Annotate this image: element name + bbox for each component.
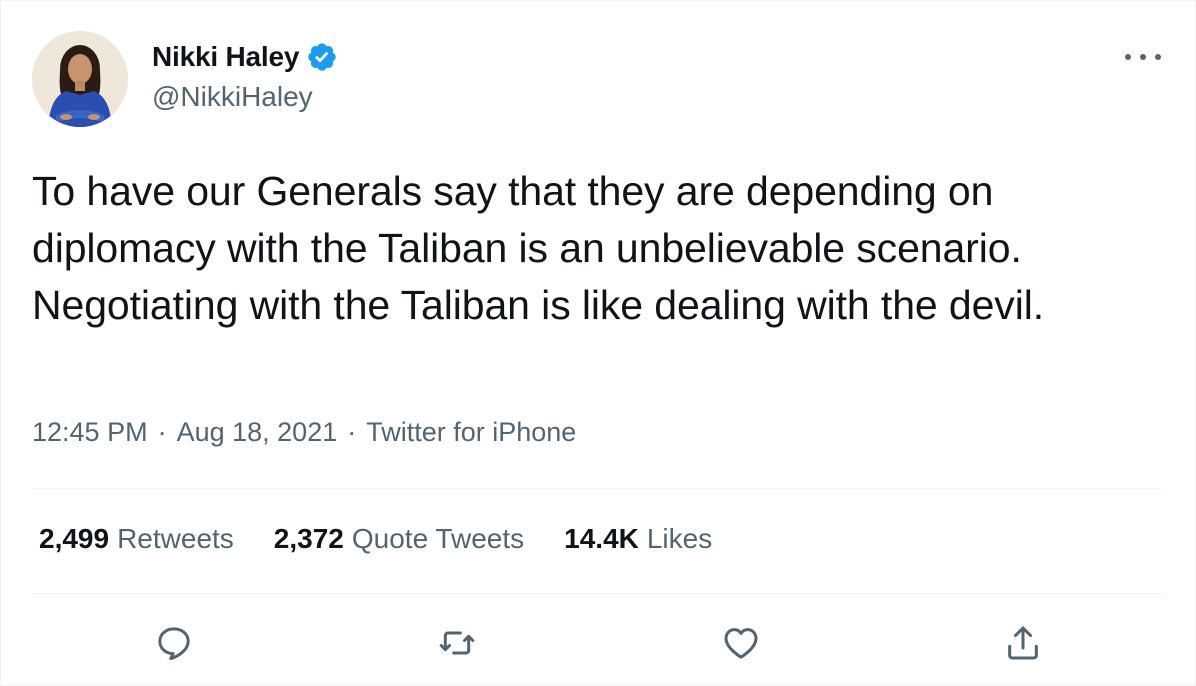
- like-icon: [724, 628, 758, 659]
- stat-label: Likes: [646, 523, 713, 554]
- retweet-icon: [439, 631, 475, 655]
- stat-count: 14.4K: [564, 523, 639, 554]
- reply-icon: [158, 627, 190, 660]
- stat-label: Retweets: [117, 523, 234, 554]
- avatar[interactable]: [32, 31, 128, 127]
- tweet-date[interactable]: Aug 18, 2021: [177, 417, 338, 448]
- divider: [32, 593, 1163, 594]
- stat-count: 2,372: [273, 523, 344, 554]
- author-display-name[interactable]: Nikki Haley: [152, 41, 299, 73]
- tweet-text: To have our Generals say that they are d…: [32, 168, 1045, 328]
- tweet-stats: 2,499 Retweets 2,372 Quote Tweets 14.4K …: [39, 523, 712, 555]
- verified-badge-icon: [306, 41, 338, 73]
- stat-retweets[interactable]: 2,499 Retweets: [39, 523, 234, 555]
- tweet-source[interactable]: Twitter for iPhone: [366, 417, 576, 448]
- retweet-button[interactable]: [435, 621, 479, 665]
- profile-photo-icon: [32, 31, 128, 127]
- like-button[interactable]: [719, 621, 763, 665]
- divider: [32, 488, 1163, 489]
- share-icon: [1008, 626, 1038, 660]
- more-options-icon[interactable]: [1125, 45, 1161, 69]
- meta-separator: ·: [347, 417, 357, 447]
- author-handle[interactable]: @NikkiHaley: [152, 81, 313, 113]
- author-name-row: Nikki Haley: [152, 39, 338, 75]
- stat-label: Quote Tweets: [351, 523, 525, 554]
- stat-count: 2,499: [39, 523, 110, 554]
- tweet-meta: 12:45 PM · Aug 18, 2021 · Twitter for iP…: [32, 417, 576, 448]
- stat-quote-tweets[interactable]: 2,372 Quote Tweets: [274, 523, 524, 555]
- stat-likes[interactable]: 14.4K Likes: [564, 523, 712, 555]
- tweet-card: Nikki Haley @NikkiHaley To have our Gene…: [0, 0, 1196, 686]
- meta-separator: ·: [157, 417, 167, 447]
- reply-button[interactable]: [152, 621, 196, 665]
- share-button[interactable]: [1001, 621, 1045, 665]
- tweet-time[interactable]: 12:45 PM: [32, 417, 148, 448]
